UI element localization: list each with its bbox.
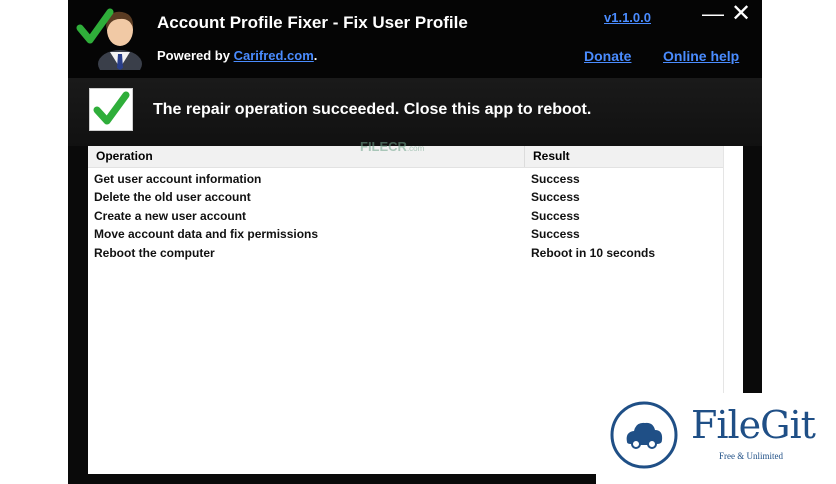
green-checkmark-icon — [89, 88, 133, 131]
table-row[interactable]: Move account data and fix permissions Su… — [88, 225, 728, 243]
operation-cell: Get user account information — [94, 172, 262, 186]
table-row[interactable]: Create a new user account Success — [88, 207, 728, 225]
table-row[interactable]: Reboot the computer Reboot in 10 seconds — [88, 244, 728, 262]
cloud-icon — [610, 401, 678, 469]
minimize-button[interactable]: — — [702, 2, 724, 26]
version-link[interactable]: v1.1.0.0 — [604, 10, 651, 25]
result-cell: Success — [531, 208, 580, 223]
table-row[interactable]: Get user account information Success — [88, 170, 728, 188]
close-button[interactable]: ✕ — [730, 2, 752, 26]
result-cell: Success — [531, 190, 580, 205]
donate-link[interactable]: Donate — [584, 48, 631, 64]
powered-by-suffix: . — [313, 48, 318, 63]
status-message: The repair operation succeeded. Close th… — [153, 101, 592, 118]
result-cell: Reboot in 10 seconds — [531, 245, 656, 260]
filecr-watermark: FILECR.com — [360, 139, 424, 154]
operation-cell: Delete the old user account — [94, 190, 251, 205]
filegit-tagline: Free & Unlimited — [719, 451, 783, 461]
filegit-name: FileGit — [691, 403, 816, 447]
app-title: Account Profile Fixer - Fix User Profile — [157, 13, 468, 32]
operation-cell: Create a new user account — [94, 208, 247, 223]
column-header-operation[interactable]: Operation — [88, 146, 525, 167]
table-row[interactable]: Delete the old user account Success — [88, 188, 728, 206]
powered-by-label: Powered by — [157, 48, 234, 63]
result-cell: Success — [531, 227, 580, 242]
online-help-link[interactable]: Online help — [663, 48, 739, 64]
column-header-result[interactable]: Result — [525, 146, 724, 167]
result-cell: Success — [531, 172, 580, 186]
filecr-watermark-text: FILECR — [360, 139, 407, 154]
filecr-watermark-suffix: .com — [406, 144, 425, 153]
window-header — [68, 0, 762, 78]
operation-cell: Reboot the computer — [94, 245, 215, 260]
filegit-watermark: FileGit Free & Unlimited — [596, 393, 836, 484]
operation-cell: Move account data and fix permissions — [94, 227, 319, 242]
user-checkmark-icon — [76, 8, 142, 70]
powered-by: Powered by Carifred.com. — [157, 48, 317, 63]
carifred-link[interactable]: Carifred.com — [234, 48, 314, 63]
listview-rows: Get user account information Success Del… — [88, 170, 728, 262]
